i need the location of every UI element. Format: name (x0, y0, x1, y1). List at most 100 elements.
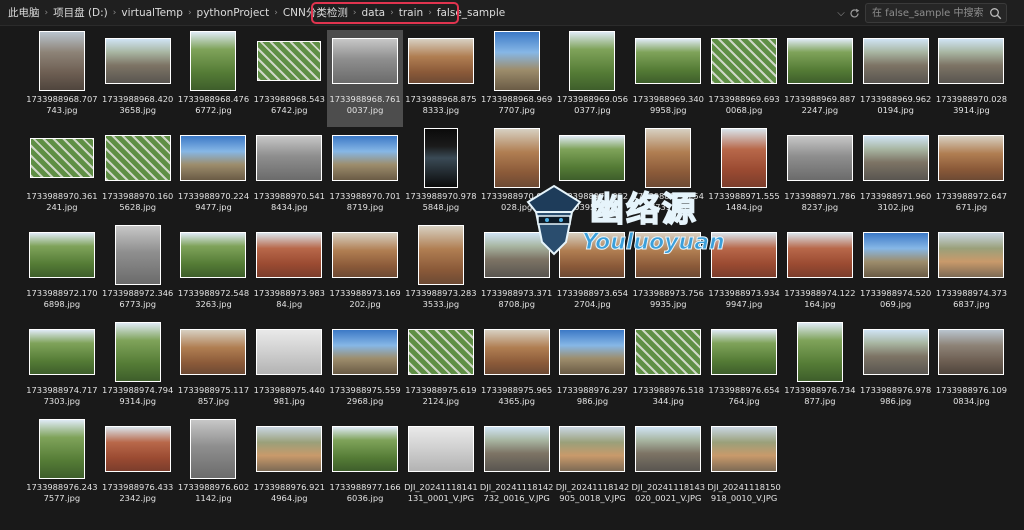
file-item[interactable]: 1733988970.2249477.jpg (176, 127, 252, 224)
file-item[interactable]: DJI_20241118150918_0010_V.JPG (706, 418, 782, 515)
breadcrumb-item[interactable]: pythonProject (193, 4, 274, 22)
image-thumbnail[interactable] (559, 329, 626, 375)
file-item[interactable]: 1733988975.117857.jpg (176, 321, 252, 418)
image-thumbnail[interactable] (635, 426, 702, 472)
image-thumbnail[interactable] (332, 135, 399, 181)
image-thumbnail[interactable] (28, 232, 95, 278)
file-item[interactable]: 1733988970.9785848.jpg (403, 127, 479, 224)
image-thumbnail[interactable] (711, 426, 778, 472)
image-thumbnail[interactable] (407, 38, 474, 84)
file-item[interactable]: 1733988975.5592968.jpg (327, 321, 403, 418)
image-thumbnail[interactable] (938, 135, 1005, 181)
image-thumbnail[interactable] (938, 38, 1005, 84)
file-item[interactable]: 1733988976.9214964.jpg (251, 418, 327, 515)
file-item[interactable]: 1733988973.169202.jpg (327, 224, 403, 321)
file-item[interactable]: 1733988976.297986.jpg (555, 321, 631, 418)
image-thumbnail[interactable] (786, 232, 853, 278)
file-item[interactable]: 1733988968.9697707.jpg (479, 30, 555, 127)
file-item[interactable]: 1733988976.2437577.jpg (24, 418, 100, 515)
file-item[interactable]: 1733988968.707743.jpg (24, 30, 100, 127)
file-item[interactable]: 1733988974.3736837.jpg (934, 224, 1010, 321)
image-thumbnail[interactable] (862, 329, 929, 375)
search-icon[interactable] (989, 7, 1002, 20)
file-item[interactable]: 1733988972.647671.jpg (934, 127, 1010, 224)
image-thumbnail[interactable] (28, 329, 95, 375)
image-thumbnail[interactable] (180, 135, 247, 181)
image-thumbnail[interactable] (38, 419, 85, 479)
file-item[interactable]: 1733988976.6021142.jpg (176, 418, 252, 515)
image-thumbnail[interactable] (332, 426, 399, 472)
image-thumbnail[interactable] (786, 135, 853, 181)
image-thumbnail[interactable] (114, 225, 161, 285)
file-item[interactable]: 1733988969.3409958.jpg (630, 30, 706, 127)
file-item[interactable]: 1733988972.1706898.jpg (24, 224, 100, 321)
file-item[interactable]: 1733988969.9620194.jpg (858, 30, 934, 127)
file-item[interactable]: 1733988970.1605628.jpg (100, 127, 176, 224)
image-thumbnail[interactable] (862, 38, 929, 84)
file-item[interactable]: 1733988975.440981.jpg (251, 321, 327, 418)
file-item[interactable]: 1733988976.654764.jpg (706, 321, 782, 418)
file-item[interactable]: 1733988972.3466773.jpg (100, 224, 176, 321)
file-item[interactable]: DJI_20241118142732_0016_V.JPG (479, 418, 555, 515)
image-thumbnail[interactable] (407, 426, 474, 472)
file-item[interactable]: 1733988970.0283914.jpg (934, 30, 1010, 127)
file-item[interactable]: DJI_20241118141131_0001_V.JPG (403, 418, 479, 515)
file-item[interactable]: 1733988970.5418434.jpg (251, 127, 327, 224)
chevron-down-icon[interactable]: ⌵ (834, 5, 848, 21)
image-thumbnail[interactable] (180, 232, 247, 278)
image-thumbnail[interactable] (559, 426, 626, 472)
image-thumbnail[interactable] (559, 135, 626, 181)
file-item[interactable]: DJI_20241118143020_0021_V.JPG (630, 418, 706, 515)
image-thumbnail[interactable] (417, 225, 464, 285)
file-item[interactable]: 1733988974.7949314.jpg (100, 321, 176, 418)
image-thumbnail[interactable] (483, 426, 550, 472)
image-thumbnail[interactable] (29, 138, 94, 178)
file-item[interactable]: 1733988968.4203658.jpg (100, 30, 176, 127)
image-thumbnail[interactable] (256, 329, 323, 375)
breadcrumb-item[interactable]: 此电脑 (4, 4, 44, 22)
file-item[interactable]: 1733988976.978986.jpg (858, 321, 934, 418)
image-thumbnail[interactable] (256, 232, 323, 278)
file-item[interactable]: 1733988974.122164.jpg (782, 224, 858, 321)
image-thumbnail[interactable] (711, 329, 778, 375)
image-thumbnail[interactable] (569, 31, 616, 91)
image-thumbnail[interactable] (635, 38, 702, 84)
image-thumbnail[interactable] (938, 232, 1005, 278)
image-thumbnail[interactable] (256, 426, 323, 472)
file-item[interactable]: 1733988977.1666036.jpg (327, 418, 403, 515)
file-item[interactable]: 1733988968.5436742.jpg (251, 30, 327, 127)
image-thumbnail[interactable] (796, 322, 843, 382)
image-thumbnail[interactable] (786, 38, 853, 84)
image-thumbnail[interactable] (114, 322, 161, 382)
file-item[interactable]: 1733988968.7610037.jpg (327, 30, 403, 127)
image-thumbnail[interactable] (190, 419, 237, 479)
image-thumbnail[interactable] (938, 329, 1005, 375)
image-thumbnail[interactable] (332, 232, 399, 278)
image-thumbnail[interactable] (190, 31, 237, 91)
file-item[interactable]: 1733988976.518344.jpg (630, 321, 706, 418)
image-thumbnail[interactable] (104, 135, 171, 181)
file-item[interactable]: 1733988968.8758333.jpg (403, 30, 479, 127)
image-thumbnail[interactable] (104, 426, 171, 472)
image-thumbnail[interactable] (862, 135, 929, 181)
file-item[interactable]: DJI_20241118142905_0018_V.JPG (555, 418, 631, 515)
file-item[interactable]: 1733988971.7868237.jpg (782, 127, 858, 224)
image-thumbnail[interactable] (635, 329, 702, 375)
file-item[interactable]: 1733988970.361241.jpg (24, 127, 100, 224)
image-thumbnail[interactable] (423, 128, 458, 188)
image-thumbnail[interactable] (483, 329, 550, 375)
image-thumbnail[interactable] (38, 31, 85, 91)
file-item[interactable]: 1733988970.7018719.jpg (327, 127, 403, 224)
image-thumbnail[interactable] (332, 38, 399, 84)
file-item[interactable]: 1733988974.520069.jpg (858, 224, 934, 321)
file-item[interactable]: 1733988976.4332342.jpg (100, 418, 176, 515)
image-thumbnail[interactable] (256, 135, 323, 181)
file-item[interactable]: 1733988972.5483263.jpg (176, 224, 252, 321)
image-thumbnail[interactable] (257, 41, 322, 81)
file-item[interactable]: 1733988971.9603102.jpg (858, 127, 934, 224)
image-thumbnail[interactable] (493, 31, 540, 91)
file-item[interactable]: 1733988969.8872247.jpg (782, 30, 858, 127)
file-item[interactable]: 1733988973.2833533.jpg (403, 224, 479, 321)
file-item[interactable]: 1733988973.98384.jpg (251, 224, 327, 321)
file-item[interactable]: 1733988969.0560377.jpg (555, 30, 631, 127)
